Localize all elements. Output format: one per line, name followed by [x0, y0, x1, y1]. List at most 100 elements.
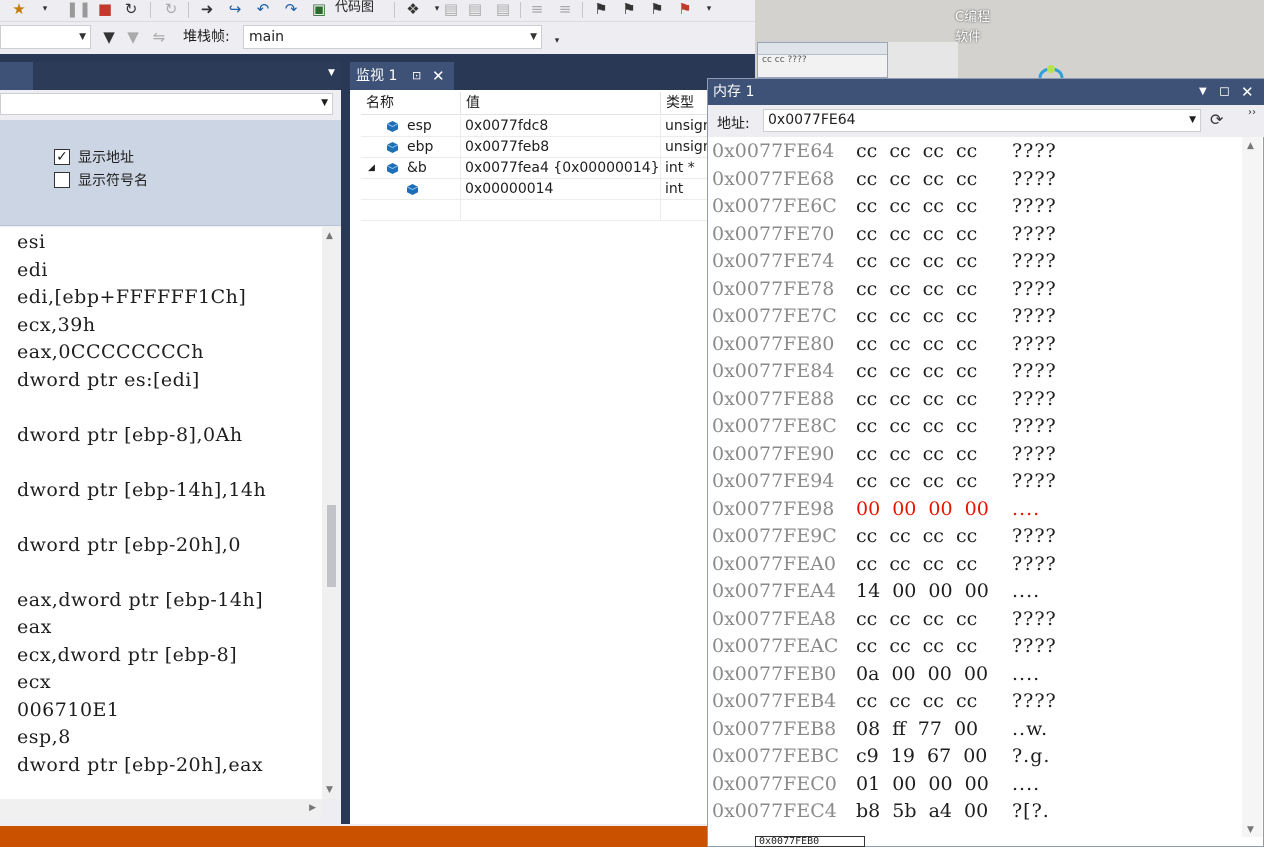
hex-display-icon[interactable]: ▤: [442, 0, 460, 18]
code-map-icon[interactable]: ▣: [310, 0, 328, 18]
address-input[interactable]: 0x0077FE64 ▼: [763, 109, 1201, 132]
pin-icon[interactable]: ⊡: [412, 62, 421, 90]
watch-column-value[interactable]: 值: [461, 92, 661, 115]
table-row[interactable]: ebp 0x0077feb8 unsign: [361, 137, 755, 158]
memory-text[interactable]: ????: [1012, 413, 1057, 440]
memory-bytes[interactable]: cc cc cc cc: [856, 138, 977, 165]
memory-bytes[interactable]: 08 ff 77 00: [856, 716, 978, 743]
memory-text[interactable]: ????: [1012, 248, 1057, 275]
watch-value[interactable]: 0x0077fea4 {0x00000014}: [461, 158, 661, 179]
overflow-icon[interactable]: ››: [1248, 107, 1256, 118]
memory-text[interactable]: ????: [1012, 138, 1057, 165]
watch-value[interactable]: 0x00000014: [461, 179, 661, 200]
memory-bytes[interactable]: cc cc cc cc: [856, 386, 977, 413]
show-symbol-names-checkbox[interactable]: [54, 172, 70, 188]
show-address-option[interactable]: ✓ 显示地址: [54, 148, 134, 166]
disassembly-vertical-scrollbar[interactable]: ▲ ▼: [322, 227, 340, 799]
memory-text[interactable]: ????: [1012, 276, 1057, 303]
memory-vertical-scrollbar[interactable]: ▲ ▼: [1242, 137, 1262, 837]
show-address-checkbox[interactable]: ✓: [54, 149, 70, 165]
clear-bookmarks-icon[interactable]: ⚑: [676, 0, 694, 18]
memory-hex-view[interactable]: 0x0077FE64 cc cc cc cc???? 0x0077FE68 cc cc…: [708, 137, 1242, 837]
window-menu-dropdown-icon[interactable]: ▼: [1199, 79, 1207, 105]
dropdown-icon[interactable]: ▾: [36, 0, 54, 18]
memory-bytes[interactable]: cc cc cc cc: [856, 331, 977, 358]
memory-text[interactable]: ????: [1012, 386, 1057, 413]
table-row[interactable]: 0x00000014 int: [361, 179, 755, 200]
memory-text[interactable]: ????: [1012, 633, 1057, 660]
memory-bytes[interactable]: 01 00 00 00: [856, 771, 989, 798]
disassembly-code-view[interactable]: esi edi edi,[ebp+FFFFFF1Ch] ecx,39h eax,0CCC…: [0, 227, 322, 799]
memory-text[interactable]: ????: [1012, 303, 1057, 330]
stop-icon[interactable]: ■: [96, 0, 114, 18]
close-icon[interactable]: ✕: [432, 62, 445, 90]
breakpoint-settings-icon[interactable]: ❖: [404, 0, 422, 18]
memory-text[interactable]: ..w.: [1012, 716, 1048, 743]
bookmark-icon[interactable]: ⚑: [592, 0, 610, 18]
comment-icon[interactable]: ≡: [528, 0, 546, 18]
memory-text[interactable]: ....: [1012, 578, 1040, 605]
watch-tab[interactable]: 监视 1 ⊡ ✕: [350, 62, 454, 90]
previous-bookmark-icon[interactable]: ⚑: [620, 0, 638, 18]
scroll-right-icon[interactable]: ▶: [309, 803, 316, 813]
memory-bytes[interactable]: cc cc cc cc: [856, 413, 977, 440]
memory-bytes[interactable]: 14 00 00 00: [856, 578, 989, 605]
memory-text[interactable]: ????: [1012, 193, 1057, 220]
filter-icon[interactable]: ▼: [100, 28, 118, 46]
thread-combo[interactable]: ▼: [0, 25, 91, 49]
restart-icon[interactable]: ↻: [122, 0, 140, 18]
memory-text[interactable]: ????: [1012, 441, 1057, 468]
memory-text[interactable]: ????: [1012, 523, 1057, 550]
hot-reload-icon[interactable]: ↻: [162, 0, 180, 18]
stack-frames-icon[interactable]: ▤: [494, 0, 512, 18]
memory-text[interactable]: ????: [1012, 358, 1057, 385]
scroll-down-icon[interactable]: ▼: [326, 785, 333, 795]
memory-bytes[interactable]: cc cc cc cc: [856, 606, 977, 633]
memory-text[interactable]: ????: [1012, 166, 1057, 193]
next-bookmark-icon[interactable]: ⚑: [648, 0, 666, 18]
stackframe-combo[interactable]: main ▼: [243, 25, 542, 49]
memory-bytes[interactable]: cc cc cc cc: [856, 276, 977, 303]
memory-bytes[interactable]: cc cc cc cc: [856, 551, 977, 578]
show-next-statement-icon[interactable]: ➜: [198, 0, 216, 18]
memory-bytes[interactable]: 0a 00 00 00: [856, 661, 988, 688]
memory-bytes[interactable]: b8 5b a4 00: [856, 798, 988, 825]
scroll-down-icon[interactable]: ▼: [1247, 825, 1254, 835]
close-icon[interactable]: ✕: [1241, 79, 1254, 105]
step-over-icon[interactable]: ↶: [254, 0, 272, 18]
memory-text[interactable]: ?[?.: [1012, 798, 1050, 825]
memory-bytes[interactable]: cc cc cc cc: [856, 248, 977, 275]
memory-window-titlebar[interactable]: 内存 1 ▼ ◻ ✕: [708, 79, 1264, 105]
refresh-icon[interactable]: ⟳: [1210, 110, 1223, 129]
flag-threads-icon[interactable]: ⇋: [150, 28, 168, 46]
memory-bytes[interactable]: cc cc cc cc: [856, 468, 977, 495]
memory-text[interactable]: ????: [1012, 551, 1057, 578]
tab-list-dropdown-icon[interactable]: ▼: [328, 68, 335, 78]
table-row[interactable]: ◢ &b 0x0077fea4 {0x00000014} int *: [361, 158, 755, 179]
watch-column-name[interactable]: 名称: [361, 92, 461, 115]
step-into-icon[interactable]: ↪: [226, 0, 244, 18]
memory-text[interactable]: ....: [1012, 661, 1040, 688]
find-icon[interactable]: ★: [10, 0, 28, 18]
code-map-button[interactable]: 代码图: [335, 0, 374, 16]
scroll-up-icon[interactable]: ▲: [326, 231, 333, 241]
disassembly-horizontal-scrollbar[interactable]: ▶: [0, 799, 322, 819]
memory-bytes[interactable]: cc cc cc cc: [856, 193, 977, 220]
scrollbar-thumb[interactable]: [327, 505, 336, 587]
memory-bytes[interactable]: cc cc cc cc: [856, 358, 977, 385]
memory-text[interactable]: ....: [1012, 496, 1040, 523]
threads-icon[interactable]: ▤: [466, 0, 484, 18]
watch-value[interactable]: 0x0077fdc8: [461, 116, 661, 137]
toolbar-overflow-icon[interactable]: ▾: [700, 0, 718, 18]
pause-icon[interactable]: ❚❚: [66, 0, 91, 18]
memory-text[interactable]: ?.g.: [1012, 743, 1050, 770]
memory-text[interactable]: ????: [1012, 331, 1057, 358]
memory-text[interactable]: ....: [1012, 771, 1040, 798]
memory-text[interactable]: ????: [1012, 688, 1057, 715]
memory-bytes[interactable]: cc cc cc cc: [856, 688, 977, 715]
memory-bytes[interactable]: c9 19 67 00: [856, 743, 987, 770]
memory-text[interactable]: ????: [1012, 606, 1057, 633]
watch-value[interactable]: 0x0077feb8: [461, 137, 661, 158]
uncomment-icon[interactable]: ≡: [556, 0, 574, 18]
memory-bytes[interactable]: cc cc cc cc: [856, 221, 977, 248]
